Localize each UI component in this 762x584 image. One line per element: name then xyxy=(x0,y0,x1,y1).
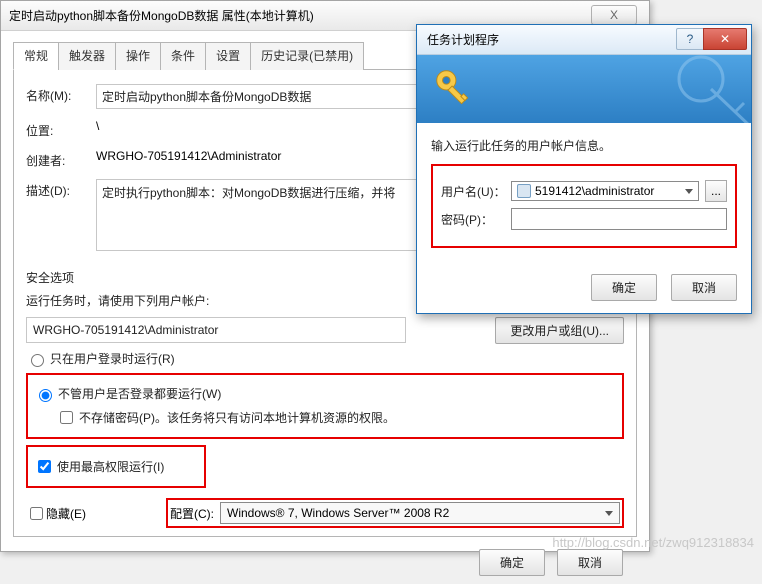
checkbox-highest-priv-input[interactable] xyxy=(38,460,51,473)
location-label: 位置: xyxy=(26,119,96,139)
cred-cancel-button[interactable]: 取消 xyxy=(671,274,737,301)
user-avatar-icon xyxy=(517,184,531,198)
tab-triggers[interactable]: 触发器 xyxy=(58,42,116,70)
description-label: 描述(D): xyxy=(26,179,96,199)
configure-for-value: Windows® 7, Windows Server™ 2008 R2 xyxy=(227,506,449,520)
help-icon[interactable]: ? xyxy=(676,28,704,50)
tab-conditions[interactable]: 条件 xyxy=(160,42,206,70)
radio-only-logged-on[interactable]: 只在用户登录时运行(R) xyxy=(26,350,624,367)
author-label: 创建者: xyxy=(26,149,96,169)
tab-general[interactable]: 常规 xyxy=(13,42,59,70)
watermark-text: http://blog.csdn.net/zwq912318834 xyxy=(552,535,754,550)
checkbox-no-store-password[interactable]: 不存储密码(P)。该任务将只有访问本地计算机资源的权限。 xyxy=(56,408,616,427)
chevron-down-icon xyxy=(685,189,693,194)
name-label: 名称(M): xyxy=(26,84,96,104)
cred-prompt: 输入运行此任务的用户帐户信息。 xyxy=(431,137,737,154)
password-input[interactable] xyxy=(511,208,727,230)
window-title-text: 定时启动python脚本备份MongoDB数据 属性(本地计算机) xyxy=(9,7,314,24)
cred-banner xyxy=(417,55,751,123)
radio-run-whether[interactable]: 不管用户是否登录都要运行(W) xyxy=(34,385,616,402)
checkbox-highest-priv-label: 使用最高权限运行(I) xyxy=(57,458,164,475)
cred-ok-button[interactable]: 确定 xyxy=(591,274,657,301)
radio-only-logged-on-label: 只在用户登录时运行(R) xyxy=(50,350,175,367)
configure-for-select[interactable]: Windows® 7, Windows Server™ 2008 R2 xyxy=(220,502,620,524)
chevron-down-icon xyxy=(605,511,613,516)
cancel-button[interactable]: 取消 xyxy=(557,549,623,576)
highlight-run-whether: 不管用户是否登录都要运行(W) 不存储密码(P)。该任务将只有访问本地计算机资源… xyxy=(26,373,624,439)
checkbox-no-store-password-input[interactable] xyxy=(60,411,73,424)
change-user-button[interactable]: 更改用户或组(U)... xyxy=(495,317,624,344)
close-icon[interactable]: ✕ xyxy=(703,28,747,50)
username-label: 用户名(U)： xyxy=(441,183,511,200)
cred-title-text: 任务计划程序 xyxy=(427,31,499,48)
ok-button[interactable]: 确定 xyxy=(479,549,545,576)
username-select[interactable]: 5191412\administrator xyxy=(511,181,699,201)
checkbox-hidden-label: 隐藏(E) xyxy=(46,505,86,522)
tab-settings[interactable]: 设置 xyxy=(205,42,251,70)
tab-history[interactable]: 历史记录(已禁用) xyxy=(250,42,364,70)
security-options: 运行任务时，请使用下列用户帐户: WRGHO-705191412\Adminis… xyxy=(26,292,624,528)
banner-decoration xyxy=(641,55,751,123)
close-icon[interactable]: X xyxy=(591,5,637,25)
highlight-cred-fields: 用户名(U)： 5191412\administrator ... 密码(P)： xyxy=(431,164,737,248)
credentials-dialog: 任务计划程序 ? ✕ 输入运行此任务的用户帐户信息。 用户名(U)： 51914… xyxy=(416,24,752,314)
radio-run-whether-input[interactable] xyxy=(39,389,52,402)
checkbox-hidden[interactable]: 隐藏(E) xyxy=(26,504,166,523)
password-label: 密码(P)： xyxy=(441,211,511,228)
radio-only-logged-on-input[interactable] xyxy=(31,354,44,367)
cred-titlebar[interactable]: 任务计划程序 ? ✕ xyxy=(417,25,751,55)
highlight-highest-priv: 使用最高权限运行(I) xyxy=(26,445,206,488)
radio-run-whether-label: 不管用户是否登录都要运行(W) xyxy=(58,385,221,402)
checkbox-hidden-input[interactable] xyxy=(30,507,43,520)
username-value: 5191412\administrator xyxy=(535,184,654,198)
run-as-user: WRGHO-705191412\Administrator xyxy=(26,317,406,343)
checkbox-no-store-password-label: 不存储密码(P)。该任务将只有访问本地计算机资源的权限。 xyxy=(79,409,395,426)
browse-user-button[interactable]: ... xyxy=(705,180,727,202)
key-icon xyxy=(431,65,477,114)
tab-actions[interactable]: 操作 xyxy=(115,42,161,70)
checkbox-highest-priv[interactable]: 使用最高权限运行(I) xyxy=(34,457,198,476)
configure-for-label: 配置(C): xyxy=(170,505,214,522)
